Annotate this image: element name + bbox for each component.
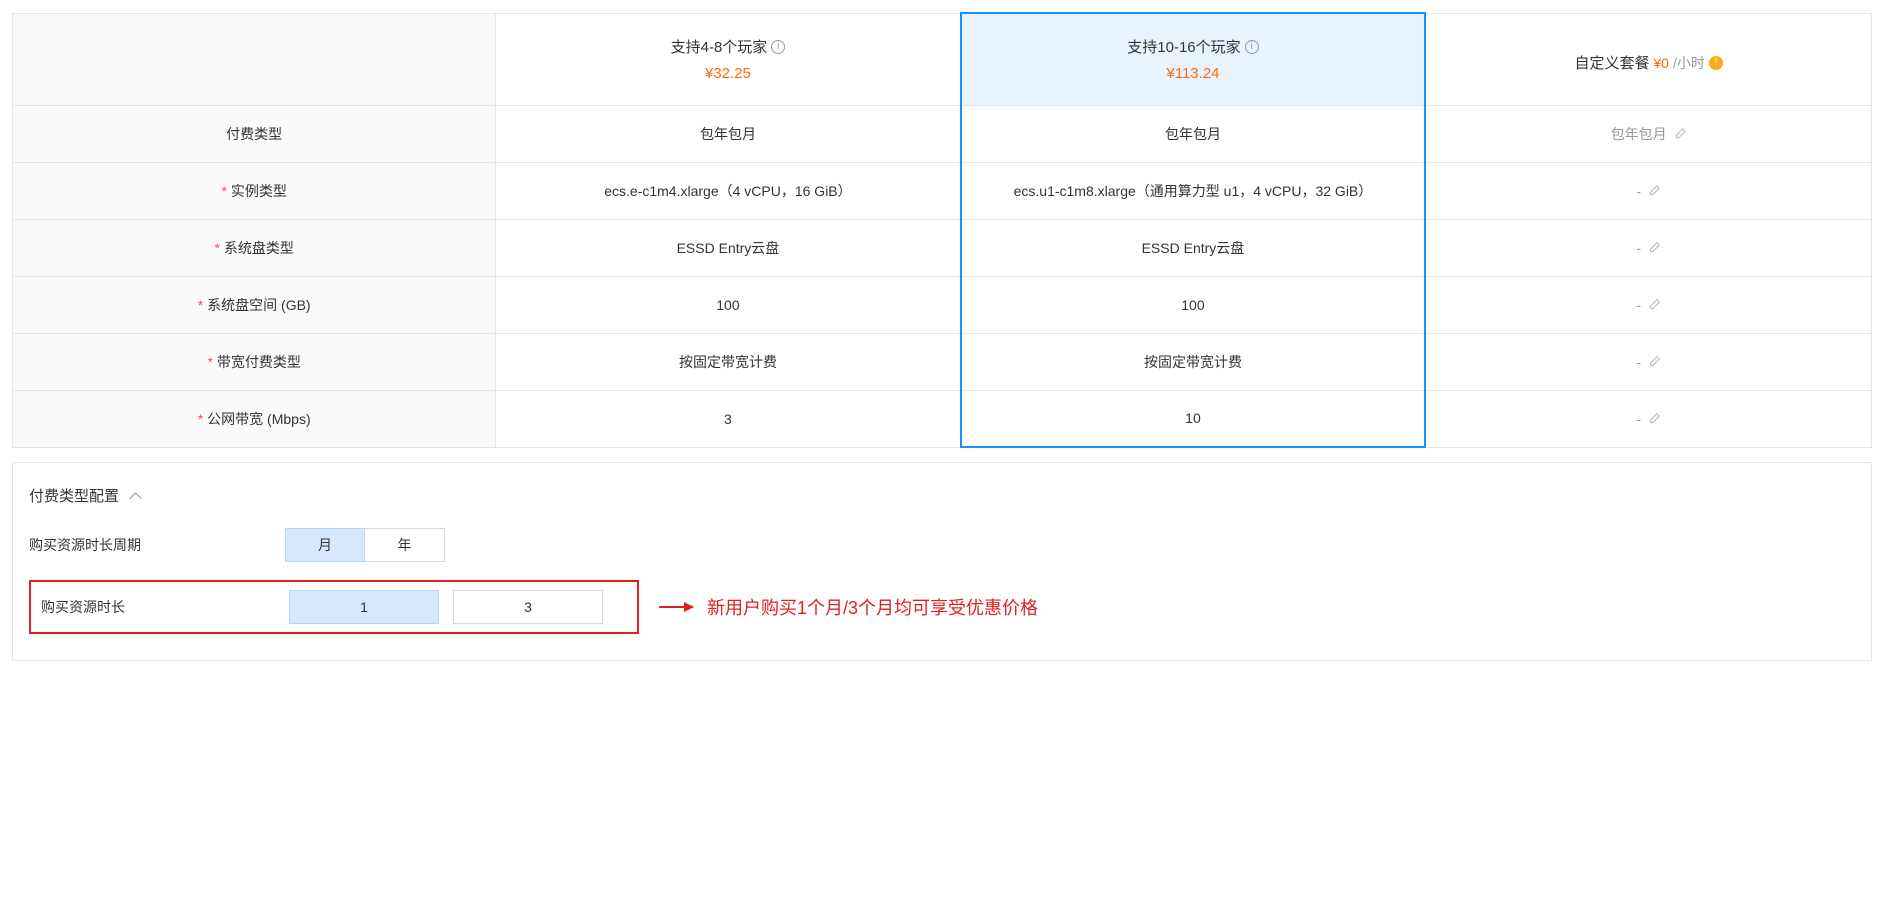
- plan2-sys-disk-size: 100: [961, 276, 1426, 333]
- period-cycle-toggle: 月 年: [285, 528, 445, 562]
- custom-sys-disk-size-edit[interactable]: -: [1636, 297, 1661, 313]
- period-cycle-year-button[interactable]: 年: [365, 528, 445, 562]
- custom-sys-disk-type-edit[interactable]: -: [1636, 240, 1661, 256]
- plan1-public-bw: 3: [496, 390, 961, 447]
- edit-icon: [1647, 355, 1661, 369]
- row-label-sys-disk-type: 系统盘类型: [224, 240, 294, 256]
- custom-instance-type-edit[interactable]: -: [1636, 183, 1661, 199]
- plan2-instance-type: ecs.u1-c1m8.xlarge（通用算力型 u1，4 vCPU，32 Gi…: [961, 162, 1426, 219]
- plan2-bw-billing: 按固定带宽计费: [961, 333, 1426, 390]
- duration-label: 购买资源时长: [41, 597, 289, 617]
- edit-icon: [1673, 127, 1687, 141]
- section-title: 付费类型配置: [29, 485, 119, 506]
- required-star: *: [198, 411, 203, 427]
- billing-config-section: 付费类型配置 购买资源时长周期 月 年 购买资源时长 1 3 新用户购买1个月/…: [12, 462, 1872, 661]
- required-star: *: [221, 183, 226, 199]
- plan1-price: ¥32.25: [508, 65, 947, 82]
- edit-icon: [1647, 412, 1661, 426]
- edit-icon: [1647, 241, 1661, 255]
- plan2-price: ¥113.24: [974, 65, 1413, 82]
- period-cycle-label: 购买资源时长周期: [29, 535, 285, 555]
- plan2-title: 支持10-16个玩家: [1127, 36, 1240, 57]
- custom-plan-title: 自定义套餐: [1574, 52, 1649, 73]
- section-header[interactable]: 付费类型配置: [29, 485, 1855, 506]
- duration-highlight-box: 购买资源时长 1 3: [29, 580, 639, 634]
- plan1-bw-billing: 按固定带宽计费: [496, 333, 961, 390]
- plan-comparison-table: 支持4-8个玩家 i ¥32.25 支持10-16个玩家 i ¥113.24 自…: [12, 12, 1872, 448]
- empty-header-cell: [13, 13, 496, 105]
- promo-note-text: 新用户购买1个月/3个月均可享受优惠价格: [707, 594, 1038, 620]
- edit-icon: [1647, 298, 1661, 312]
- edit-icon: [1647, 184, 1661, 198]
- plan1-sys-disk-size: 100: [496, 276, 961, 333]
- custom-billing-type-edit[interactable]: 包年包月: [1611, 124, 1687, 144]
- plan2-billing-type: 包年包月: [961, 105, 1426, 162]
- required-star: *: [207, 354, 212, 370]
- row-label-public-bw: 公网带宽 (Mbps): [207, 411, 310, 427]
- custom-plan-price: ¥0: [1653, 55, 1669, 71]
- promo-annotation: 新用户购买1个月/3个月均可享受优惠价格: [659, 594, 1038, 620]
- chevron-up-icon: [129, 490, 141, 502]
- info-icon[interactable]: i: [771, 40, 785, 54]
- period-cycle-month-button[interactable]: 月: [285, 528, 365, 562]
- custom-public-bw-edit[interactable]: -: [1636, 411, 1661, 427]
- plan2-header-selected[interactable]: 支持10-16个玩家 i ¥113.24: [961, 13, 1426, 105]
- plan2-public-bw: 10: [961, 390, 1426, 447]
- custom-plan-price-unit: /小时: [1673, 53, 1705, 73]
- plan1-header[interactable]: 支持4-8个玩家 i ¥32.25: [496, 13, 961, 105]
- duration-3-button[interactable]: 3: [453, 590, 603, 624]
- plan1-instance-type: ecs.e-c1m4.xlarge（4 vCPU，16 GiB）: [496, 162, 961, 219]
- plan1-sys-disk-type: ESSD Entry云盘: [496, 219, 961, 276]
- row-label-bw-billing: 带宽付费类型: [217, 354, 301, 370]
- duration-toggle: 1 3: [289, 590, 603, 624]
- duration-1-button[interactable]: 1: [289, 590, 439, 624]
- plan2-sys-disk-type: ESSD Entry云盘: [961, 219, 1426, 276]
- required-star: *: [214, 240, 219, 256]
- row-label-instance-type: 实例类型: [231, 183, 287, 199]
- custom-plan-header[interactable]: 自定义套餐 ¥0 /小时 !: [1425, 13, 1871, 105]
- plan1-title: 支持4-8个玩家: [671, 36, 768, 57]
- row-label-billing-type: 付费类型: [226, 126, 282, 142]
- arrow-right-icon: [659, 606, 693, 608]
- warning-icon[interactable]: !: [1709, 56, 1723, 70]
- info-icon[interactable]: i: [1245, 40, 1259, 54]
- custom-bw-billing-edit[interactable]: -: [1636, 354, 1661, 370]
- row-label-sys-disk-size: 系统盘空间 (GB): [207, 297, 310, 313]
- required-star: *: [198, 297, 203, 313]
- plan1-billing-type: 包年包月: [496, 105, 961, 162]
